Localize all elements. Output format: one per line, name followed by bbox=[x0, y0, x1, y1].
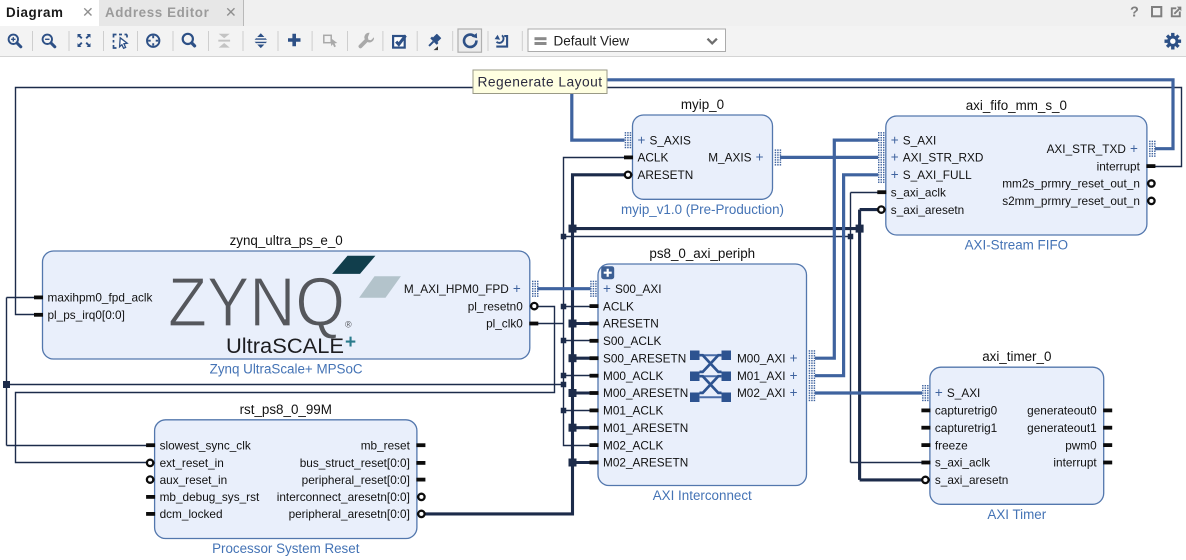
svg-text:pl_ps_irq0[0:0]: pl_ps_irq0[0:0] bbox=[48, 308, 125, 322]
svg-text:+: + bbox=[756, 150, 764, 165]
svg-text:axi_timer_0: axi_timer_0 bbox=[982, 349, 1051, 364]
svg-text:+: + bbox=[638, 132, 646, 147]
svg-text:pl_clk0: pl_clk0 bbox=[486, 317, 523, 331]
svg-text:S00_ACLK: S00_ACLK bbox=[603, 334, 661, 348]
svg-text:+: + bbox=[891, 150, 899, 165]
svg-text:+: + bbox=[513, 281, 521, 296]
svg-text:+: + bbox=[345, 332, 356, 353]
svg-text:M_AXIS: M_AXIS bbox=[708, 151, 751, 165]
svg-text:M00_ACLK: M00_ACLK bbox=[603, 369, 663, 383]
svg-text:ACLK: ACLK bbox=[603, 299, 634, 313]
svg-text:ZYNQ: ZYNQ bbox=[168, 263, 345, 341]
svg-text:ps8_0_axi_periph: ps8_0_axi_periph bbox=[649, 246, 755, 261]
svg-text:zynq_ultra_ps_e_0: zynq_ultra_ps_e_0 bbox=[230, 233, 343, 248]
svg-text:freeze: freeze bbox=[935, 438, 968, 452]
svg-text:mb_debug_sys_rst: mb_debug_sys_rst bbox=[160, 490, 260, 504]
svg-text:aux_reset_in: aux_reset_in bbox=[160, 473, 228, 487]
svg-text:ARESETN: ARESETN bbox=[603, 317, 659, 331]
svg-text:+: + bbox=[790, 350, 798, 365]
svg-text:+: + bbox=[891, 132, 899, 147]
svg-text:bus_struct_reset[0:0]: bus_struct_reset[0:0] bbox=[300, 456, 410, 470]
svg-text:M00_AXI: M00_AXI bbox=[737, 351, 786, 365]
svg-text:M02_AXI: M02_AXI bbox=[737, 386, 786, 400]
svg-text:myip_v1.0 (Pre-Production): myip_v1.0 (Pre-Production) bbox=[621, 202, 784, 217]
svg-text:®: ® bbox=[345, 320, 352, 330]
svg-text:+: + bbox=[790, 368, 798, 383]
svg-text:interrupt: interrupt bbox=[1097, 159, 1141, 173]
svg-text:+: + bbox=[790, 385, 798, 400]
svg-text:+: + bbox=[603, 281, 611, 296]
svg-text:S00_AXI: S00_AXI bbox=[615, 282, 662, 296]
svg-text:generateout1: generateout1 bbox=[1027, 421, 1097, 435]
svg-text:myip_0: myip_0 bbox=[681, 97, 724, 112]
svg-text:s_axi_aresetn: s_axi_aresetn bbox=[935, 473, 1008, 487]
svg-text:peripheral_aresetn[0:0]: peripheral_aresetn[0:0] bbox=[289, 507, 410, 521]
svg-text:+: + bbox=[891, 167, 899, 182]
svg-text:Zynq UltraScale+ MPSoC: Zynq UltraScale+ MPSoC bbox=[210, 362, 363, 377]
svg-text:pwm0: pwm0 bbox=[1065, 438, 1097, 452]
svg-text:AXI Timer: AXI Timer bbox=[987, 507, 1046, 522]
svg-text:Default View: Default View bbox=[554, 34, 630, 49]
svg-text:M_AXI_HPM0_FPD: M_AXI_HPM0_FPD bbox=[404, 282, 509, 296]
svg-text:S_AXIS: S_AXIS bbox=[650, 133, 691, 147]
svg-text:AXI-Stream FIFO: AXI-Stream FIFO bbox=[965, 238, 1068, 253]
svg-text:+: + bbox=[1130, 141, 1138, 156]
svg-text:M01_ACLK: M01_ACLK bbox=[603, 404, 663, 418]
svg-text:peripheral_reset[0:0]: peripheral_reset[0:0] bbox=[302, 473, 410, 487]
svg-text:ACLK: ACLK bbox=[638, 151, 669, 165]
svg-text:M01_AXI: M01_AXI bbox=[737, 369, 786, 383]
svg-text:Regenerate Layout: Regenerate Layout bbox=[477, 75, 602, 90]
svg-text:S_AXI_FULL: S_AXI_FULL bbox=[903, 168, 972, 182]
svg-text:M02_ARESETN: M02_ARESETN bbox=[603, 456, 688, 470]
svg-text:S_AXI: S_AXI bbox=[947, 386, 980, 400]
svg-text:s2mm_prmry_reset_out_n: s2mm_prmry_reset_out_n bbox=[1002, 194, 1140, 208]
svg-text:S_AXI: S_AXI bbox=[903, 133, 936, 147]
svg-text:pl_resetn0: pl_resetn0 bbox=[468, 299, 524, 313]
svg-text:mm2s_prmry_reset_out_n: mm2s_prmry_reset_out_n bbox=[1002, 177, 1140, 191]
svg-text:s_axi_aresetn: s_axi_aresetn bbox=[891, 203, 964, 217]
svg-text:s_axi_aclk: s_axi_aclk bbox=[935, 456, 990, 470]
svg-text:M00_ARESETN: M00_ARESETN bbox=[603, 386, 688, 400]
svg-text:maxihpm0_fpd_aclk: maxihpm0_fpd_aclk bbox=[48, 291, 153, 305]
svg-text:ARESETN: ARESETN bbox=[638, 168, 694, 182]
svg-text:capturetrig1: capturetrig1 bbox=[935, 421, 997, 435]
svg-text:M02_ACLK: M02_ACLK bbox=[603, 438, 663, 452]
svg-text:AXI Interconnect: AXI Interconnect bbox=[653, 488, 752, 503]
svg-text:AXI_STR_TXD: AXI_STR_TXD bbox=[1047, 142, 1126, 156]
svg-text:generateout0: generateout0 bbox=[1027, 404, 1097, 418]
svg-text:interconnect_aresetn[0:0]: interconnect_aresetn[0:0] bbox=[277, 490, 410, 504]
svg-text:rst_ps8_0_99M: rst_ps8_0_99M bbox=[240, 402, 332, 417]
svg-text:UltraSCALE: UltraSCALE bbox=[226, 334, 344, 358]
svg-text:Processor System Reset: Processor System Reset bbox=[212, 541, 360, 556]
svg-text:axi_fifo_mm_s_0: axi_fifo_mm_s_0 bbox=[966, 98, 1067, 113]
svg-text:slowest_sync_clk: slowest_sync_clk bbox=[160, 438, 251, 452]
svg-text:dcm_locked: dcm_locked bbox=[160, 507, 223, 521]
svg-text:s_axi_aclk: s_axi_aclk bbox=[891, 185, 946, 199]
svg-text:capturetrig0: capturetrig0 bbox=[935, 404, 998, 418]
svg-text:M01_ARESETN: M01_ARESETN bbox=[603, 421, 688, 435]
svg-text:mb_reset: mb_reset bbox=[361, 438, 411, 452]
svg-text:interrupt: interrupt bbox=[1053, 456, 1097, 470]
svg-text:+: + bbox=[935, 385, 943, 400]
svg-text:AXI_STR_RXD: AXI_STR_RXD bbox=[903, 151, 984, 165]
svg-text:S00_ARESETN: S00_ARESETN bbox=[603, 351, 686, 365]
svg-text:ext_reset_in: ext_reset_in bbox=[160, 456, 224, 470]
